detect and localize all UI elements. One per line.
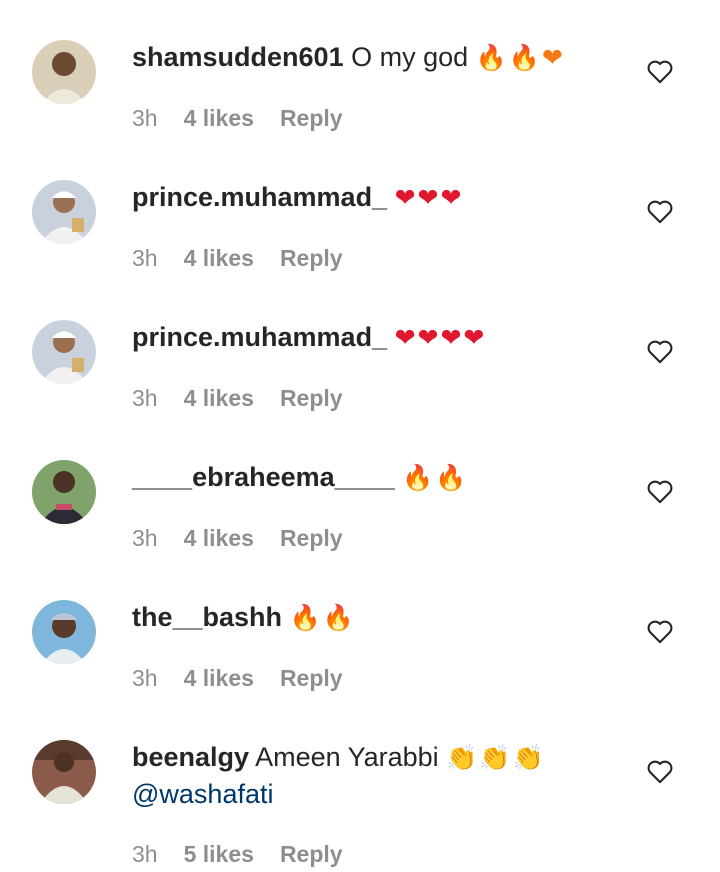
comment-likes[interactable]: 4 likes <box>184 665 254 691</box>
comment-emoji: 🔥🔥❤ <box>475 43 565 72</box>
avatar[interactable] <box>32 460 96 524</box>
heart-outline-icon[interactable] <box>646 58 674 84</box>
comment-emoji: 🔥🔥 <box>402 463 469 492</box>
comment-time: 3h <box>132 105 158 131</box>
avatar[interactable] <box>32 180 96 244</box>
heart-outline-icon[interactable] <box>646 618 674 644</box>
comment-username[interactable]: prince.muhammad_ <box>132 322 387 352</box>
heart-outline-icon[interactable] <box>646 758 674 784</box>
comment-meta: 3h 4 likes Reply <box>132 383 343 413</box>
comment-time: 3h <box>132 245 158 271</box>
comment-likes[interactable]: 4 likes <box>184 245 254 271</box>
comment-emoji: 🔥🔥 <box>289 603 356 632</box>
comment-meta: 3h 4 likes Reply <box>132 243 343 273</box>
reply-button[interactable]: Reply <box>280 665 343 691</box>
avatar[interactable] <box>32 320 96 384</box>
heart-outline-icon[interactable] <box>646 478 674 504</box>
comment-meta: 3h 4 likes Reply <box>132 523 343 553</box>
comment-line: beenalgy Ameen Yarabbi 👏👏👏 <box>132 739 610 776</box>
comment-text: O my god <box>351 42 469 72</box>
avatar[interactable] <box>32 740 96 804</box>
comment-username[interactable]: ____ebraheema____ <box>132 462 395 492</box>
comment-line: prince.muhammad_ ❤❤❤❤ <box>132 319 610 356</box>
heart-outline-icon[interactable] <box>646 198 674 224</box>
comment-meta: 3h 5 likes Reply <box>132 839 343 869</box>
comment-line: prince.muhammad_ ❤❤❤ <box>132 179 610 216</box>
reply-button[interactable]: Reply <box>280 245 343 271</box>
reply-button[interactable]: Reply <box>280 105 343 131</box>
comment-line: ____ebraheema____ 🔥🔥 <box>132 459 610 496</box>
comment-username[interactable]: the__bashh <box>132 602 282 632</box>
comment-text: Ameen Yarabbi <box>255 742 439 772</box>
comment-username[interactable]: prince.muhammad_ <box>132 182 387 212</box>
comment-username[interactable]: beenalgy <box>132 742 249 772</box>
avatar[interactable] <box>32 40 96 104</box>
comment-username[interactable]: shamsudden601 <box>132 42 344 72</box>
comment-meta: 3h 4 likes Reply <box>132 103 343 133</box>
comment-time: 3h <box>132 525 158 551</box>
reply-button[interactable]: Reply <box>280 525 343 551</box>
comment-emoji: 👏👏👏 <box>446 743 546 772</box>
comment-likes[interactable]: 4 likes <box>184 385 254 411</box>
comment-list: shamsudden601 O my god 🔥🔥❤ 3h 4 likes Repl… <box>0 0 720 872</box>
comment-meta: 3h 4 likes Reply <box>132 663 343 693</box>
comment-emoji: ❤❤❤ <box>394 183 464 212</box>
comment-time: 3h <box>132 841 158 867</box>
reply-button[interactable]: Reply <box>280 385 343 411</box>
comment-emoji: ❤❤❤❤ <box>394 323 487 352</box>
avatar[interactable] <box>32 600 96 664</box>
heart-outline-icon[interactable] <box>646 338 674 364</box>
comment-line: the__bashh 🔥🔥 <box>132 599 610 636</box>
comment-time: 3h <box>132 665 158 691</box>
mention-link[interactable]: @washafati <box>132 776 610 812</box>
comment-likes[interactable]: 4 likes <box>184 525 254 551</box>
comment-line: shamsudden601 O my god 🔥🔥❤ <box>132 39 610 76</box>
reply-button[interactable]: Reply <box>280 841 343 867</box>
comment-time: 3h <box>132 385 158 411</box>
comment-likes[interactable]: 5 likes <box>184 841 254 867</box>
comment-likes[interactable]: 4 likes <box>184 105 254 131</box>
